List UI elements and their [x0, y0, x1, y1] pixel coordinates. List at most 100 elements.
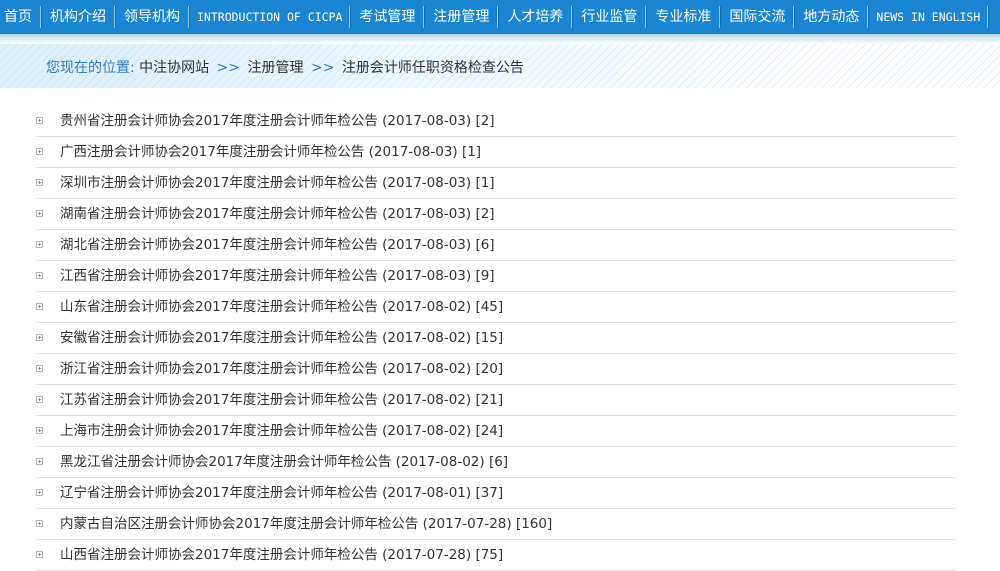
list-item: 湖北省注册会计师协会2017年度注册会计师年检公告 (2017-08-03) […: [36, 230, 956, 261]
announcement-count: [24]: [475, 423, 504, 439]
announcement-count: [75]: [475, 547, 504, 563]
breadcrumb: 您现在的位置: 中注协网站 >> 注册管理 >> 注册会计师任职资格检查公告: [46, 57, 524, 77]
nav-item-introduction[interactable]: INTRODUCTION OF CICPA: [190, 0, 349, 34]
announcement-link[interactable]: 黑龙江省注册会计师协会2017年度注册会计师年检公告 (2017-08-02) …: [60, 447, 508, 478]
announcement-count: [45]: [475, 299, 504, 315]
announcement-count: [2]: [475, 113, 495, 129]
plus-square-icon: [36, 427, 43, 434]
announcement-date: (2017-08-03): [368, 144, 458, 160]
plus-square-icon: [36, 241, 43, 248]
announcement-date: (2017-08-02): [395, 454, 485, 470]
announcement-date: (2017-07-28): [382, 547, 472, 563]
announcement-link[interactable]: 浙江省注册会计师协会2017年度注册会计师年检公告 (2017-08-02) […: [60, 354, 503, 385]
list-item: 辽宁省注册会计师协会2017年度注册会计师年检公告 (2017-08-01) […: [36, 478, 956, 509]
announcement-link[interactable]: 湖南省注册会计师协会2017年度注册会计师年检公告 (2017-08-03) […: [60, 199, 495, 230]
announcement-link[interactable]: 江西省注册会计师协会2017年度注册会计师年检公告 (2017-08-03) […: [60, 261, 495, 292]
list-item: 安徽省注册会计师协会2017年度注册会计师年检公告 (2017-08-02) […: [36, 323, 956, 354]
announcement-count: [1]: [461, 144, 482, 160]
nav-item-supervision[interactable]: 行业监管: [573, 0, 645, 34]
breadcrumb-current[interactable]: 注册会计师任职资格检查公告: [342, 60, 524, 76]
announcement-link[interactable]: 深圳市注册会计师协会2017年度注册会计师年检公告 (2017-08-03) […: [60, 168, 495, 199]
plus-square-icon: [36, 148, 43, 155]
announcement-date: (2017-08-03): [382, 268, 472, 284]
announcement-date: (2017-08-02): [382, 361, 472, 377]
nav-item-home[interactable]: 首页: [0, 0, 40, 34]
announcement-count: [160]: [515, 516, 553, 532]
nav-item-exam[interactable]: 考试管理: [351, 0, 423, 34]
announcement-link[interactable]: 江苏省注册会计师协会2017年度注册会计师年检公告 (2017-08-02) […: [60, 385, 503, 416]
announcement-title: 江苏省注册会计师协会2017年度注册会计师年检公告: [60, 392, 378, 408]
announcement-title: 浙江省注册会计师协会2017年度注册会计师年检公告: [60, 361, 378, 377]
announcement-title: 深圳市注册会计师协会2017年度注册会计师年检公告: [60, 175, 378, 191]
list-item: 内蒙古自治区注册会计师协会2017年度注册会计师年检公告 (2017-07-28…: [36, 509, 956, 540]
list-item: 上海市注册会计师协会2017年度注册会计师年检公告 (2017-08-02) […: [36, 416, 956, 447]
list-item: 广西注册会计师协会2017年度注册会计师年检公告 (2017-08-03) [1…: [36, 137, 956, 168]
plus-square-icon: [36, 365, 43, 372]
list-item: 江西省注册会计师协会2017年度注册会计师年检公告 (2017-08-03) […: [36, 261, 956, 292]
announcement-date: (2017-08-01): [382, 485, 472, 501]
announcement-count: [2]: [475, 206, 495, 222]
top-navigation: 首页 机构介绍 领导机构 INTRODUCTION OF CICPA 考试管理 …: [0, 0, 1000, 34]
announcement-link[interactable]: 上海市注册会计师协会2017年度注册会计师年检公告 (2017-08-02) […: [60, 416, 503, 447]
list-item: 湖南省注册会计师协会2017年度注册会计师年检公告 (2017-08-03) […: [36, 199, 956, 230]
announcement-title: 辽宁省注册会计师协会2017年度注册会计师年检公告: [60, 485, 378, 501]
announcement-title: 上海市注册会计师协会2017年度注册会计师年检公告: [60, 423, 378, 439]
plus-square-icon: [36, 179, 43, 186]
plus-square-icon: [36, 458, 43, 465]
announcement-count: [6]: [475, 237, 495, 253]
announcement-title: 湖北省注册会计师协会2017年度注册会计师年检公告: [60, 237, 378, 253]
announcement-title: 黑龙江省注册会计师协会2017年度注册会计师年检公告: [60, 454, 392, 470]
nav-item-international[interactable]: 国际交流: [721, 0, 793, 34]
announcement-title: 安徽省注册会计师协会2017年度注册会计师年检公告: [60, 330, 378, 346]
nav-item-leadership[interactable]: 领导机构: [116, 0, 188, 34]
nav-item-training[interactable]: 人才培养: [499, 0, 571, 34]
breadcrumb-link-home[interactable]: 中注协网站: [139, 60, 209, 76]
announcement-count: [37]: [475, 485, 504, 501]
announcement-count: [9]: [475, 268, 495, 284]
announcement-link[interactable]: 山东省注册会计师协会2017年度注册会计师年检公告 (2017-08-02) […: [60, 292, 503, 323]
list-item: 山西省注册会计师协会2017年度注册会计师年检公告 (2017-07-28) […: [36, 540, 956, 571]
plus-square-icon: [36, 303, 43, 310]
list-item: 浙江省注册会计师协会2017年度注册会计师年检公告 (2017-08-02) […: [36, 354, 956, 385]
announcement-date: (2017-08-03): [382, 237, 472, 253]
breadcrumb-separator: >>: [311, 60, 335, 76]
plus-square-icon: [36, 210, 43, 217]
plus-square-icon: [36, 396, 43, 403]
plus-square-icon: [36, 489, 43, 496]
announcement-link[interactable]: 贵州省注册会计师协会2017年度注册会计师年检公告 (2017-08-03) […: [60, 106, 495, 137]
nav-item-news-english[interactable]: NEWS IN ENGLISH: [869, 0, 987, 34]
announcement-date: (2017-08-02): [382, 299, 472, 315]
announcement-link[interactable]: 辽宁省注册会计师协会2017年度注册会计师年检公告 (2017-08-01) […: [60, 478, 503, 509]
announcement-title: 江西省注册会计师协会2017年度注册会计师年检公告: [60, 268, 378, 284]
nav-item-standards[interactable]: 专业标准: [647, 0, 719, 34]
announcement-link[interactable]: 内蒙古自治区注册会计师协会2017年度注册会计师年检公告 (2017-07-28…: [60, 509, 552, 540]
announcement-date: (2017-08-03): [382, 113, 472, 129]
plus-square-icon: [36, 551, 43, 558]
nav-item-local-news[interactable]: 地方动态: [795, 0, 867, 34]
plus-square-icon: [36, 272, 43, 279]
announcement-date: (2017-08-02): [382, 423, 472, 439]
announcement-link[interactable]: 湖北省注册会计师协会2017年度注册会计师年检公告 (2017-08-03) […: [60, 230, 495, 261]
list-item: 江苏省注册会计师协会2017年度注册会计师年检公告 (2017-08-02) […: [36, 385, 956, 416]
announcement-count: [6]: [488, 454, 509, 470]
announcement-link[interactable]: 安徽省注册会计师协会2017年度注册会计师年检公告 (2017-08-02) […: [60, 323, 503, 354]
list-item: 黑龙江省注册会计师协会2017年度注册会计师年检公告 (2017-08-02) …: [36, 447, 956, 478]
announcement-title: 湖南省注册会计师协会2017年度注册会计师年检公告: [60, 206, 378, 222]
announcement-title: 内蒙古自治区注册会计师协会2017年度注册会计师年检公告: [60, 516, 419, 532]
breadcrumb-separator: >>: [216, 60, 241, 76]
announcement-link[interactable]: 山西省注册会计师协会2017年度注册会计师年检公告 (2017-07-28) […: [60, 540, 503, 571]
announcement-date: (2017-07-28): [422, 516, 512, 532]
nav-item-registration[interactable]: 注册管理: [425, 0, 497, 34]
list-item: 贵州省注册会计师协会2017年度注册会计师年检公告 (2017-08-03) […: [36, 106, 956, 137]
announcement-title: 广西注册会计师协会2017年度注册会计师年检公告: [60, 144, 365, 160]
announcement-date: (2017-08-02): [382, 392, 472, 408]
announcement-title: 山东省注册会计师协会2017年度注册会计师年检公告: [60, 299, 378, 315]
announcement-date: (2017-08-03): [382, 175, 472, 191]
announcement-count: [20]: [475, 361, 504, 377]
announcement-date: (2017-08-02): [382, 330, 472, 346]
announcement-link[interactable]: 广西注册会计师协会2017年度注册会计师年检公告 (2017-08-03) [1…: [60, 137, 481, 168]
announcement-count: [1]: [475, 175, 495, 191]
plus-square-icon: [36, 520, 43, 527]
nav-item-about[interactable]: 机构介绍: [42, 0, 114, 34]
breadcrumb-link-registration[interactable]: 注册管理: [248, 60, 304, 76]
